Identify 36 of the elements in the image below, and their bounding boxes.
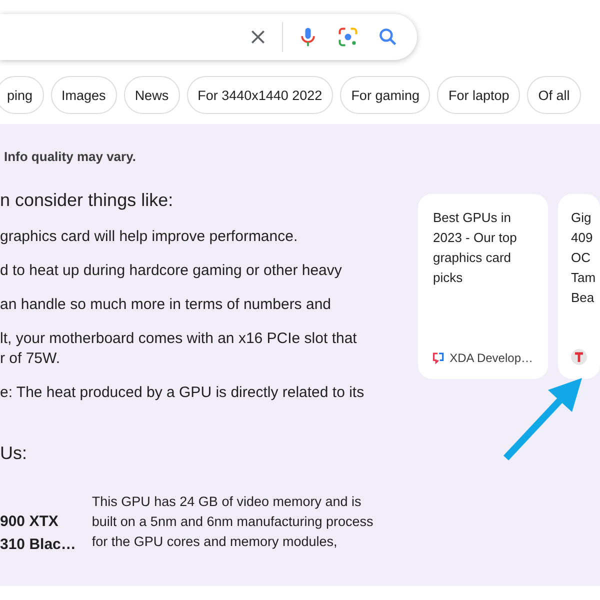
filter-chip[interactable]: ping [0, 76, 44, 114]
list-text: d to heat up during hardcore gaming or other heavy [0, 261, 343, 281]
source-card[interactable]: Best GPUs in 2023 - Our top graphics card picks XDA Develop… [418, 194, 548, 379]
search-field[interactable] [0, 14, 417, 60]
overview-heading: n consider things like: [0, 190, 174, 211]
card-title: graphics card [433, 249, 512, 267]
product-name: 900 XTX [0, 512, 60, 532]
product-description: This GPU has 24 GB of video memory and is built on a 5nm and 6nm manufacturing process for the GPU cores and memory modules, [92, 493, 374, 551]
source-name: XDA Develop… [450, 351, 533, 365]
card-title: picks [433, 269, 464, 287]
list-text: e: The heat produced by a GPU is directly related to its [0, 383, 366, 403]
product-name: 310 Blac… [0, 535, 76, 555]
list-text: graphics card will help improve performance. [0, 227, 299, 247]
filter-chip[interactable]: News [124, 76, 180, 114]
search-icon[interactable] [377, 26, 399, 48]
disclaimer-text: Info quality may vary. [3, 149, 137, 164]
filter-chip[interactable]: For 3440x1440 2022 [186, 76, 334, 114]
source-card[interactable]: Gig 409 OC Tam Bea [558, 194, 600, 379]
card-title: OC [571, 249, 592, 267]
card-title: 2023 - Our top [433, 229, 518, 247]
card-title: Bea [571, 289, 596, 307]
site-logo-icon [571, 349, 587, 365]
list-text: an handle so much more in terms of numbers and [0, 295, 332, 315]
filter-chip[interactable]: For gaming [340, 76, 430, 114]
section-heading: Us: [0, 443, 28, 464]
site-logo-icon [433, 351, 444, 365]
list-text: r of 75W. [0, 349, 62, 369]
filter-chip[interactable]: Of all [527, 76, 581, 114]
card-title: Gig [571, 209, 592, 227]
card-title: 409 [571, 229, 594, 247]
camera-lens-icon[interactable] [337, 26, 359, 48]
list-text: lt, your motherboard comes with an x16 PCIe slot that [0, 329, 358, 349]
card-title: Tam [571, 269, 597, 287]
filter-chip[interactable]: For laptop [437, 76, 520, 114]
card-title: Best GPUs in [433, 209, 512, 227]
filter-chip[interactable]: Images [50, 76, 117, 114]
